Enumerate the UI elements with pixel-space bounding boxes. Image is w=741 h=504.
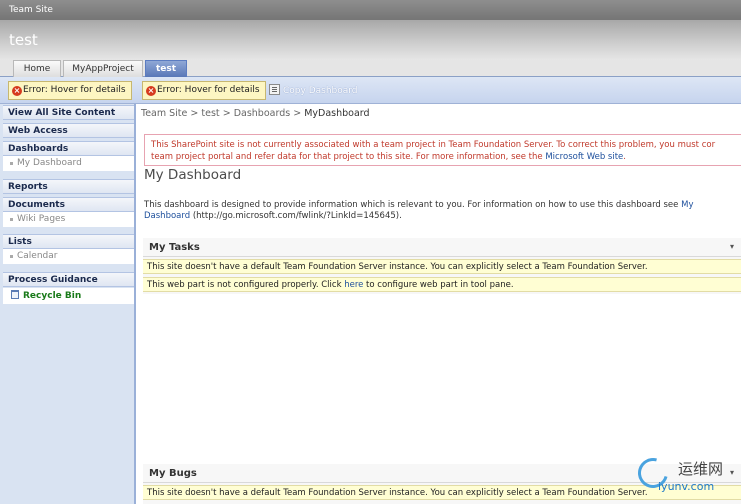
- top-nav-tabs: Home MyAppProject test: [0, 60, 741, 77]
- tab-home[interactable]: Home: [13, 60, 61, 77]
- copy-dashboard-button[interactable]: Copy Dashboard: [269, 84, 358, 96]
- bullet-icon: [10, 255, 13, 258]
- my-tasks-title: My Tasks: [149, 242, 200, 253]
- site-name-link[interactable]: Team Site: [9, 5, 53, 15]
- nav-item-calendar[interactable]: Calendar: [3, 249, 134, 264]
- bullet-icon: [10, 218, 13, 221]
- tab-test[interactable]: test: [145, 60, 187, 77]
- copy-dashboard-icon: [269, 84, 280, 95]
- warning-line-1: This SharePoint site is not currently as…: [151, 140, 716, 150]
- breadcrumb-separator: >: [190, 108, 199, 119]
- error-icon: ×: [146, 86, 156, 96]
- watermark-text: 运维网: [678, 460, 724, 478]
- error-label: Error: Hover for details: [23, 85, 126, 95]
- my-tasks-webpart: My Tasks ▾ This site doesn't have a defa…: [143, 238, 741, 452]
- tab-myappproject[interactable]: MyAppProject: [63, 60, 143, 77]
- error-status-1[interactable]: × Error: Hover for details: [8, 81, 132, 100]
- nav-recycle-bin[interactable]: Recycle Bin: [3, 288, 134, 304]
- config-notice-end: to configure web part in tool pane.: [363, 280, 514, 290]
- nav-item-label: Calendar: [17, 251, 58, 261]
- tfs-instance-notice: This site doesn't have a default Team Fo…: [143, 259, 741, 274]
- title-bar: test: [0, 20, 741, 60]
- nav-process-guidance[interactable]: Process Guidance: [3, 272, 134, 287]
- configure-here-link[interactable]: here: [344, 280, 363, 290]
- breadcrumb-team-site[interactable]: Team Site: [141, 108, 187, 119]
- error-icon: ×: [12, 86, 22, 96]
- nav-view-all-site-content[interactable]: View All Site Content: [3, 105, 134, 120]
- page-toolbar: × Error: Hover for details × Error: Hover …: [0, 77, 741, 104]
- nav-item-wiki-pages[interactable]: Wiki Pages: [3, 212, 134, 227]
- bullet-icon: [10, 162, 13, 165]
- page-title: My Dashboard: [144, 167, 242, 183]
- webpart-body: [143, 294, 741, 452]
- breadcrumb: Team Site > test > Dashboards > MyDashbo…: [141, 108, 370, 119]
- warning-line-2: team project portal and refer data for t…: [151, 151, 737, 163]
- team-project-warning: This SharePoint site is not currently as…: [144, 134, 741, 166]
- nav-item-label: My Dashboard: [17, 158, 82, 168]
- error-status-2[interactable]: × Error: Hover for details: [142, 81, 266, 100]
- watermark-url: iyunv.com: [658, 480, 715, 493]
- breadcrumb-dashboards[interactable]: Dashboards: [234, 108, 291, 119]
- nav-lists[interactable]: Lists: [3, 234, 134, 249]
- nav-item-label: Wiki Pages: [17, 214, 66, 224]
- watermark-logo: 运维网 iyunv.com: [632, 452, 736, 496]
- config-notice-text: This web part is not configured properly…: [147, 280, 345, 290]
- nav-item-my-dashboard[interactable]: My Dashboard: [3, 156, 134, 171]
- copy-dashboard-label: Copy Dashboard: [283, 86, 358, 96]
- webpart-menu-icon[interactable]: ▾: [730, 242, 734, 251]
- warning-line-2-end: .: [623, 152, 626, 162]
- recycle-bin-label: Recycle Bin: [23, 291, 82, 301]
- my-bugs-title: My Bugs: [149, 468, 197, 479]
- nav-dashboards[interactable]: Dashboards: [3, 141, 134, 156]
- site-name-bar: Team Site: [0, 0, 741, 20]
- nav-documents[interactable]: Documents: [3, 197, 134, 212]
- description-url: (http://go.microsoft.com/fwlink/?LinkId=…: [190, 211, 402, 221]
- warning-line-2-text: team project portal and refer data for t…: [151, 152, 546, 162]
- quick-launch: View All Site Content Web Access Dashboa…: [0, 104, 136, 504]
- breadcrumb-test[interactable]: test: [201, 108, 219, 119]
- breadcrumb-separator: >: [293, 108, 302, 119]
- breadcrumb-current: MyDashboard: [304, 108, 370, 119]
- error-label: Error: Hover for details: [157, 85, 260, 95]
- description-text: This dashboard is designed to provide in…: [144, 200, 682, 210]
- site-title: test: [9, 31, 38, 49]
- main-content: Team Site > test > Dashboards > MyDashbo…: [138, 104, 741, 504]
- breadcrumb-separator: >: [222, 108, 231, 119]
- recycle-bin-icon: [11, 290, 19, 299]
- nav-web-access[interactable]: Web Access: [3, 123, 134, 138]
- divider: [143, 256, 741, 257]
- microsoft-web-site-link[interactable]: Microsoft Web site: [545, 152, 623, 162]
- nav-reports[interactable]: Reports: [3, 179, 134, 194]
- dashboard-description: This dashboard is designed to provide in…: [144, 200, 734, 222]
- webpart-config-notice: This web part is not configured properly…: [143, 277, 741, 292]
